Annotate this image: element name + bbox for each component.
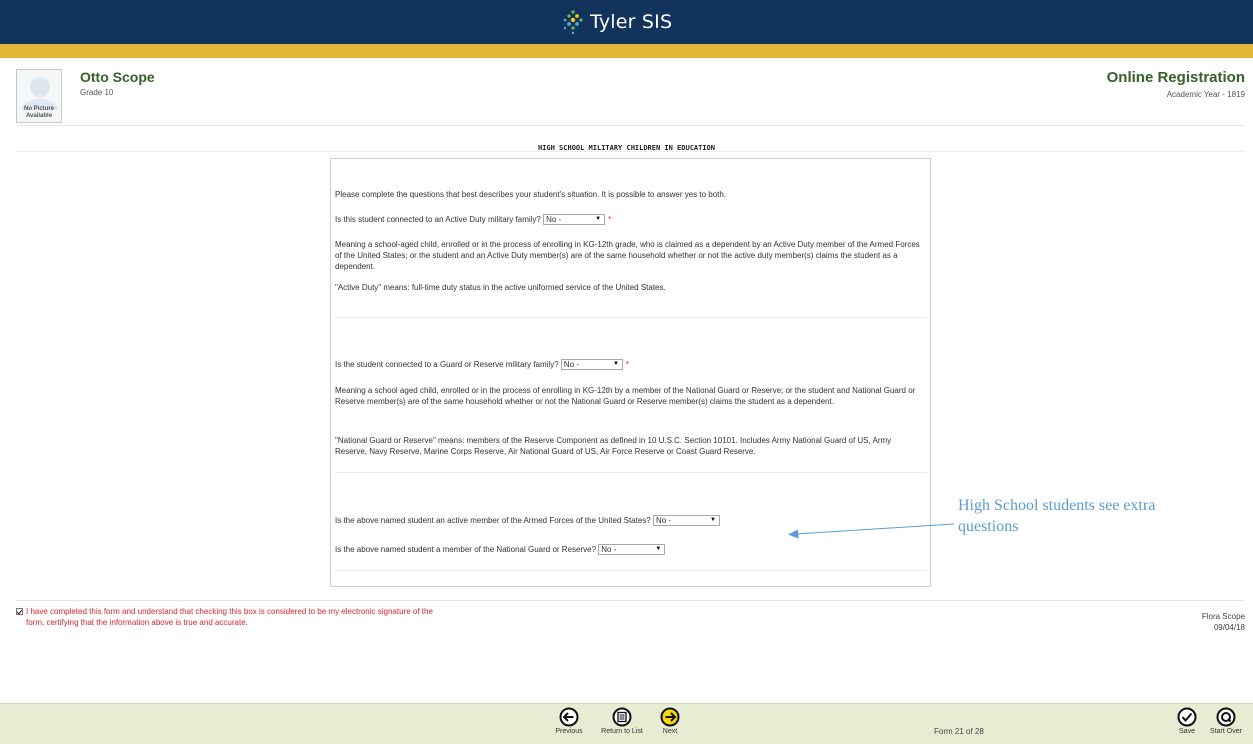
- active-duty-description: Meaning a school-aged child, enrolled or…: [335, 240, 920, 271]
- guard-member-select-value: No -: [601, 545, 617, 555]
- required-indicator: *: [625, 360, 630, 369]
- guard-reserve-description: Meaning a school aged child, enrolled or…: [335, 386, 916, 406]
- question-guard-member: Is the above named student a member of t…: [335, 544, 925, 556]
- gold-accent-bar: [0, 44, 1253, 58]
- previous-label: Previous: [555, 728, 583, 735]
- tyler-sis-logo: Tyler SIS: [560, 8, 672, 36]
- page-title: Online Registration: [1106, 69, 1245, 86]
- active-duty-select[interactable]: No - ▼: [543, 214, 606, 226]
- academic-year: Academic Year - 1819: [1166, 90, 1245, 99]
- annotation-arrow-icon: [788, 523, 955, 539]
- next-button[interactable]: Next: [655, 707, 685, 735]
- question-guard-member-label: Is the above named student a member of t…: [335, 545, 597, 554]
- dropdown-arrow-icon: ▼: [655, 546, 662, 553]
- top-bar: Tyler SIS: [0, 0, 1253, 44]
- previous-button[interactable]: Previous: [549, 707, 589, 735]
- question-active-duty-label: Is this student connected to an Active D…: [335, 215, 541, 224]
- dots-logo-icon: [563, 10, 583, 35]
- return-to-list-button[interactable]: Return to List: [592, 707, 652, 735]
- student-grade: Grade 10: [80, 88, 114, 97]
- student-photo-placeholder: No Picture Available: [16, 69, 62, 123]
- active-duty-select-value: No -: [546, 215, 562, 225]
- guard-reserve-select-value: No -: [563, 360, 580, 370]
- start-over-button[interactable]: Start Over: [1203, 707, 1249, 735]
- student-name: Otto Scope: [80, 69, 155, 85]
- question-armed-forces-label: Is the above named student an active mem…: [335, 516, 651, 525]
- header-divider: [16, 125, 1245, 126]
- active-duty-definition: "Active Duty" means: full-time duty stat…: [335, 283, 666, 292]
- photo-text-line-2: Available: [25, 113, 53, 119]
- question-guard-reserve-label: Is the student connected to a Guard or R…: [335, 360, 559, 369]
- list-circle-icon: [612, 707, 632, 727]
- form-progress: Form 21 of 28: [934, 727, 984, 736]
- start-over-label: Start Over: [1210, 728, 1242, 735]
- armed-forces-select[interactable]: No - ▼: [652, 515, 720, 527]
- save-button[interactable]: Save: [1172, 707, 1202, 735]
- question-guard-reserve: Is the student connected to a Guard or R…: [335, 359, 925, 371]
- signature-divider: [16, 600, 1245, 601]
- signer-info: Flora Scope 09/04/18: [1202, 611, 1245, 633]
- save-label: Save: [1179, 728, 1195, 735]
- section-divider: [335, 472, 926, 473]
- question-active-duty: Is this student connected to an Active D…: [335, 214, 925, 226]
- arrow-left-circle-icon: [559, 707, 579, 727]
- guard-reserve-select[interactable]: No - ▼: [560, 359, 623, 371]
- person-silhouette-icon: [22, 77, 58, 110]
- app-name: Tyler SIS: [590, 11, 673, 33]
- signature-statement: I have completed this form and understan…: [16, 606, 436, 628]
- dropdown-arrow-icon: ▼: [710, 517, 716, 524]
- title-divider: [16, 151, 1245, 152]
- arrow-right-circle-icon: [660, 707, 680, 727]
- signer-name: Flora Scope: [1201, 612, 1245, 621]
- signed-date: 09/04/18: [1213, 623, 1245, 632]
- section-divider: [335, 570, 926, 571]
- restart-circle-icon: [1216, 707, 1236, 727]
- signature-text: I have completed this form and understan…: [26, 607, 433, 627]
- next-label: Next: [662, 728, 678, 735]
- form-intro: Please complete the questions that best …: [335, 190, 727, 199]
- dropdown-arrow-icon: ▼: [595, 216, 602, 223]
- checkmark-circle-icon: [1177, 707, 1197, 727]
- return-to-list-label: Return to List: [601, 728, 643, 735]
- dropdown-arrow-icon: ▼: [612, 361, 619, 368]
- photo-text-line-1: No Picture: [23, 106, 54, 112]
- no-picture-text: No Picture Available: [17, 106, 61, 120]
- section-divider: [335, 317, 926, 318]
- guard-member-select[interactable]: No - ▼: [598, 544, 666, 556]
- guard-reserve-definition: "National Guard or Reserve" means: membe…: [335, 436, 892, 456]
- footer-nav-bar: Previous Return to List Next Form 21 of …: [0, 703, 1253, 744]
- annotation-callout: High School students see extra questions: [958, 497, 1156, 535]
- required-indicator: *: [608, 215, 612, 224]
- armed-forces-select-value: No -: [655, 516, 672, 526]
